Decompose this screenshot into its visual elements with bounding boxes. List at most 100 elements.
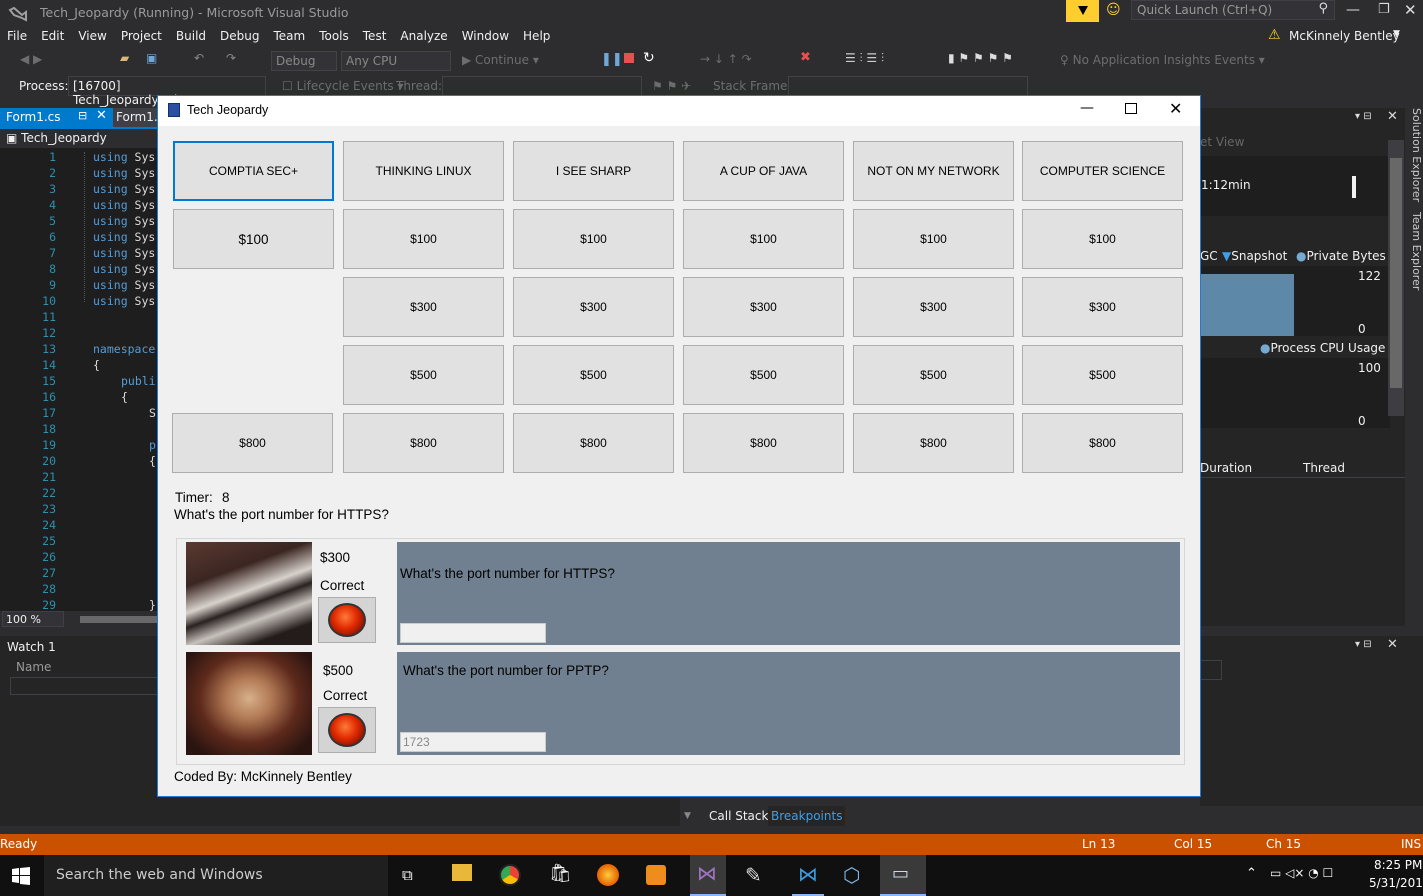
chrome-icon[interactable]: [499, 864, 521, 886]
media-player-icon[interactable]: [646, 865, 666, 885]
clue-button-3-4[interactable]: $800: [513, 413, 674, 473]
menu-analyze[interactable]: Analyze: [393, 26, 454, 46]
solution-explorer-tab[interactable]: Solution Explorer: [1410, 108, 1423, 202]
panel-close-icon-2[interactable]: ✕: [1387, 637, 1398, 652]
clue-button-3-3[interactable]: $500: [513, 345, 674, 405]
search-box[interactable]: [1200, 660, 1222, 680]
task-view-icon[interactable]: ⧉: [402, 866, 413, 884]
windows-start-icon[interactable]: [12, 867, 30, 885]
store-icon[interactable]: 🛍: [549, 863, 572, 884]
user-name[interactable]: McKinnely Bentley: [1289, 26, 1400, 46]
clue-button-6-1[interactable]: $100: [1022, 209, 1183, 269]
insights-status[interactable]: ♀ No Application Insights Events ▾: [1060, 53, 1265, 67]
project-navigation[interactable]: ▣ Tech_Jeopardy: [0, 129, 157, 148]
player-1-buzzer-button[interactable]: [318, 597, 376, 643]
notepad-icon[interactable]: ✎: [745, 863, 762, 887]
clue-button-6-4[interactable]: $800: [1022, 413, 1183, 473]
back-icon[interactable]: ◀ ▶: [20, 52, 42, 66]
clue-button-3-2[interactable]: $300: [513, 277, 674, 337]
panel-pin-icon-2[interactable]: ▾ ⊟: [1355, 639, 1372, 650]
taskbar-search-box[interactable]: Search the web and Windows: [44, 855, 388, 896]
menu-window[interactable]: Window: [455, 26, 516, 46]
clue-button-6-3[interactable]: $500: [1022, 345, 1183, 405]
menu-tools[interactable]: Tools: [312, 26, 356, 46]
category-button-4[interactable]: A CUP OF JAVA: [683, 141, 844, 201]
config-select[interactable]: Debug: [271, 51, 337, 71]
scrollbar-thumb[interactable]: [1390, 158, 1402, 388]
zoom-select[interactable]: 100 %: [2, 611, 64, 627]
player-2-buzzer-button[interactable]: [318, 707, 376, 753]
breakpoints-icon[interactable]: ✖: [800, 50, 811, 65]
clue-button-5-2[interactable]: $300: [853, 277, 1014, 337]
category-button-3[interactable]: I SEE SHARP: [513, 141, 674, 201]
category-button-6[interactable]: COMPUTER SCIENCE: [1022, 141, 1183, 201]
close-icon[interactable]: ✕: [1404, 1, 1417, 19]
diagnostic-scrollbar[interactable]: [1388, 140, 1404, 416]
watch-name-column[interactable]: Name: [16, 660, 51, 674]
save-icon[interactable]: ▣: [146, 51, 157, 65]
stop-icon[interactable]: [624, 53, 634, 63]
pin-icon[interactable]: ⊟: [78, 109, 87, 122]
platform-select[interactable]: Any CPU: [341, 51, 451, 71]
pause-icon[interactable]: ❚❚: [601, 52, 623, 67]
undo-icon[interactable]: ↶: [194, 51, 204, 65]
menu-debug[interactable]: Debug: [213, 26, 266, 46]
clock-time[interactable]: 8:25 PM: [1374, 858, 1422, 872]
horizontal-scrollbar[interactable]: [80, 616, 157, 623]
menu-file[interactable]: File: [0, 26, 34, 46]
panel-close-icon[interactable]: ✕: [1387, 109, 1398, 124]
firefox-icon[interactable]: [597, 864, 619, 886]
clue-button-2-4[interactable]: $800: [343, 413, 504, 473]
clue-button-6-2[interactable]: $300: [1022, 277, 1183, 337]
menu-team[interactable]: Team: [266, 26, 312, 46]
redo-icon[interactable]: ↷: [226, 51, 236, 65]
column-duration[interactable]: Duration: [1200, 461, 1252, 475]
category-button-1[interactable]: COMPTIA SEC+: [173, 141, 334, 201]
menu-project[interactable]: Project: [114, 26, 169, 46]
menu-edit[interactable]: Edit: [34, 26, 71, 46]
column-thread[interactable]: Thread: [1303, 461, 1345, 475]
tab-close-icon[interactable]: ✕: [96, 108, 107, 123]
step-over-icon[interactable]: → ↓ ↑ ↷: [700, 52, 752, 66]
notification-flag-icon[interactable]: [1066, 0, 1099, 22]
vscode-icon[interactable]: ⋈: [792, 855, 824, 896]
user-dropdown-icon[interactable]: ▼: [1393, 26, 1400, 42]
panel-pin-icon[interactable]: ▾ ⊟: [1355, 111, 1372, 122]
visual-studio-taskbar-icon[interactable]: ⋈: [690, 855, 726, 896]
tab-form1-cs-design[interactable]: Form1.cs: [113, 108, 171, 127]
menu-help[interactable]: Help: [516, 26, 557, 46]
open-folder-icon[interactable]: ▰: [120, 51, 129, 65]
bookmark-icon[interactable]: ▮ ⚑ ⚑ ⚑ ⚑: [948, 51, 1013, 65]
menu-test[interactable]: Test: [356, 26, 394, 46]
tray-icons[interactable]: ▭ ◁× ◔ ☐: [1270, 866, 1333, 880]
category-button-5[interactable]: NOT ON MY NETWORK: [853, 141, 1014, 201]
clue-button-5-1[interactable]: $100: [853, 209, 1014, 269]
clue-button-5-3[interactable]: $500: [853, 345, 1014, 405]
tech-jeopardy-taskbar-icon[interactable]: ▭: [880, 855, 926, 896]
category-button-2[interactable]: THINKING LINUX: [343, 141, 504, 201]
menu-view[interactable]: View: [71, 26, 113, 46]
timeline[interactable]: 1:12min: [1200, 156, 1390, 216]
clue-button-4-4[interactable]: $800: [683, 413, 844, 473]
clue-button-1-4[interactable]: $800: [172, 413, 333, 473]
stack-frame-select[interactable]: [788, 76, 1028, 96]
thread-select[interactable]: [442, 76, 642, 96]
tab-breakpoints[interactable]: Breakpoints: [768, 806, 846, 826]
continue-button[interactable]: ▶ Continue ▾: [462, 53, 539, 67]
clue-button-4-1[interactable]: $100: [683, 209, 844, 269]
feedback-smiley-icon[interactable]: ☺: [1106, 2, 1121, 18]
restart-icon[interactable]: ↻: [643, 50, 655, 66]
clue-button-4-3[interactable]: $500: [683, 345, 844, 405]
clue-button-3-1[interactable]: $100: [513, 209, 674, 269]
team-explorer-tab[interactable]: Team Explorer: [1410, 212, 1423, 290]
stack-frame-icons[interactable]: ⚑ ⚑ ✈: [652, 79, 691, 93]
tab-form1-cs-active[interactable]: Form1.cs ⊟ ✕: [0, 108, 113, 127]
menu-build[interactable]: Build: [169, 26, 213, 46]
show-hidden-icons[interactable]: ⌃: [1246, 866, 1257, 881]
clue-button-5-4[interactable]: $800: [853, 413, 1014, 473]
quick-launch-input[interactable]: Quick Launch (Ctrl+Q) ⚲: [1131, 0, 1335, 20]
file-explorer-icon[interactable]: [452, 864, 472, 881]
minimize-icon[interactable]: —: [1346, 2, 1360, 18]
timeline-cursor[interactable]: [1352, 176, 1356, 198]
clue-button-1-1[interactable]: $100: [173, 209, 334, 269]
